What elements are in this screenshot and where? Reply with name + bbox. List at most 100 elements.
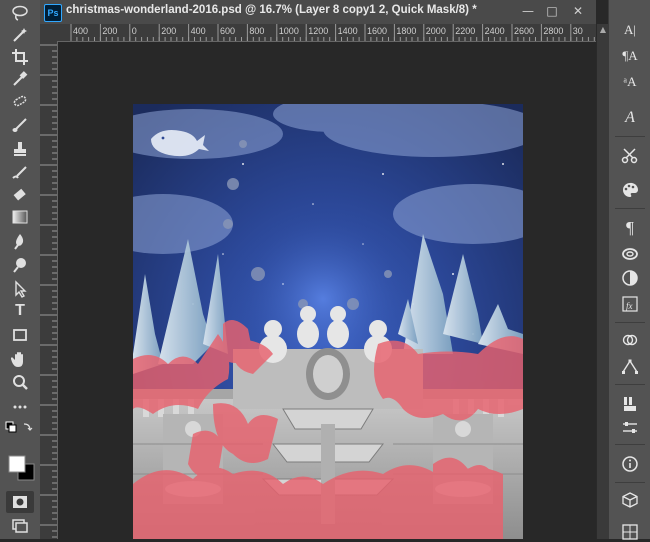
gradient-icon [12,210,28,224]
ruler-label: 1200 [308,26,329,36]
brushes-icon [624,397,636,411]
ruler-origin[interactable] [40,24,58,42]
more-tools[interactable] [6,396,34,418]
paragraph-styles[interactable]: ¶ [619,218,641,238]
character-panel-label: A| [624,22,636,37]
ruler-label: 1800 [396,26,417,36]
magic-wand-icon [13,28,27,42]
document-tab[interactable]: Ps christmas-wonderland-2016.psd @ 16.7%… [40,0,596,25]
ruler-label: 2200 [455,26,476,36]
color-swatch-icon [5,421,35,481]
minimize-button[interactable]: — [518,2,538,20]
quick-mask-icon [13,496,27,508]
eraser-tool[interactable] [6,184,34,206]
styles-panel[interactable]: fx [619,294,641,314]
spot-healing-tool[interactable] [6,90,34,112]
ruler-label: 2000 [425,26,446,36]
stamp-icon [14,142,26,156]
dodge-tool[interactable] [6,254,34,276]
layers-icon [622,334,638,346]
blur-icon [14,234,24,250]
lasso-icon [12,5,28,21]
color-swatches[interactable] [4,420,36,484]
ruler-label: 1600 [367,26,388,36]
cube-icon [622,492,638,508]
libraries-panel[interactable] [619,244,641,264]
brushes-panel[interactable] [619,394,641,414]
ruler-label: 200 [102,26,118,36]
eyedropper-icon [13,71,28,86]
vertical-ruler[interactable] [40,41,58,539]
scroll-up-icon[interactable]: ▲ [599,26,607,34]
arrow-icon [15,280,27,298]
ruler-label: 600 [220,26,236,36]
swatches-panel[interactable] [619,180,641,200]
ruler-ticks [40,44,57,538]
maximize-button[interactable]: □ [542,2,562,20]
scissors-icon [621,148,638,164]
history-brush-tool[interactable] [6,162,34,184]
paragraph-panel[interactable]: ¶A [619,46,641,66]
screen-mode[interactable] [6,514,34,536]
hand-icon [11,352,23,367]
paragraph-panel-label: ¶A [622,48,638,63]
libraries-icon [622,248,638,260]
lasso-tool[interactable] [6,2,34,24]
glyphs-panel[interactable]: A [619,108,641,128]
tools-toolbar: T [0,0,41,539]
character-panel[interactable]: A| [619,20,641,40]
blur-tool[interactable] [6,230,34,252]
properties-panel[interactable] [619,418,641,438]
info-panel[interactable] [619,454,641,474]
close-button[interactable]: ✕ [568,2,588,20]
screen-mode-icon [12,519,28,533]
ruler-label: 800 [249,26,265,36]
crop-tool[interactable] [6,46,34,68]
gradient-tool[interactable] [6,206,34,228]
ruler-label: 0 [131,26,137,36]
rectangle-tool[interactable] [6,324,34,346]
photoshop-logo: Ps [44,4,62,22]
type-tool[interactable]: T [6,300,34,322]
paths-icon [622,359,638,374]
path-selection-tool[interactable] [6,278,34,300]
ellipsis-icon [13,405,27,409]
paths-panel[interactable] [619,356,641,376]
3d-panel[interactable] [619,490,641,510]
adjustments-panel[interactable] [619,268,641,288]
brush-icon [12,118,27,132]
brush-tool[interactable] [6,114,34,136]
ruler-label: 1000 [278,26,299,36]
tools-panel[interactable] [619,146,641,166]
eraser-icon [13,188,26,201]
grid-icon [622,524,638,540]
panel-dock: A| ¶A ᵃA A ¶ fx [608,0,650,542]
paragraph-styles-label: ¶ [626,218,634,237]
bandage-icon [13,95,27,107]
info-icon [622,456,638,472]
layers-panel[interactable] [619,330,641,350]
ruler-label: 400 [190,26,206,36]
character-styles[interactable]: ᵃA [619,72,641,92]
ruler-label: 400 [73,26,89,36]
canvas-workspace[interactable] [58,42,596,539]
type-icon: T [15,302,25,319]
hand-tool[interactable] [6,348,34,370]
fx-icon: fx [622,296,638,312]
properties-icon [623,422,637,433]
zoom-tool[interactable] [6,372,34,394]
document-canvas[interactable] [133,104,523,539]
horizontal-ruler[interactable]: 400 200 0 200 400 600 800 1000 1200 1400 1600 1800 2… [57,24,596,42]
document-title: christmas-wonderland-2016.psd @ 16.7% (L… [66,4,477,16]
ruler-label: 2600 [514,26,535,36]
history-brush-icon [12,166,27,179]
eyedropper-tool[interactable] [6,68,34,90]
timeline-panel[interactable] [619,522,641,542]
magic-wand-tool[interactable] [6,24,34,46]
clone-stamp-tool[interactable] [6,138,34,160]
dodge-icon [13,258,26,273]
character-styles-label: ᵃA [623,74,637,89]
quick-mask-mode[interactable] [6,491,34,513]
ruler-label: 30 [572,26,583,36]
glyphs-panel-label: A [625,109,635,126]
